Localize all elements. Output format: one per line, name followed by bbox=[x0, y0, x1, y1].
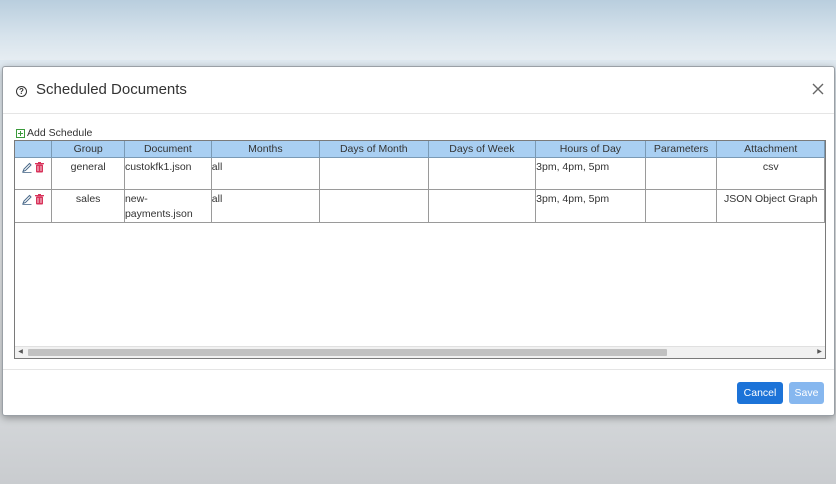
edit-icon[interactable] bbox=[21, 194, 32, 205]
row-actions bbox=[15, 157, 53, 190]
cell-group: sales bbox=[51, 189, 125, 223]
edit-icon[interactable] bbox=[21, 162, 32, 173]
cell-days-of-week bbox=[428, 189, 537, 223]
cell-document: custokfk1.json bbox=[124, 157, 212, 190]
cell-group: general bbox=[51, 157, 125, 190]
cell-parameters bbox=[645, 189, 718, 223]
question-circle-icon[interactable]: ? bbox=[16, 86, 27, 97]
column-header-hours-of-day[interactable]: Hours of Day bbox=[535, 141, 646, 158]
scheduled-documents-dialog: ? Scheduled Documents Add Schedule Group… bbox=[2, 66, 835, 416]
delete-icon[interactable] bbox=[34, 162, 45, 173]
dialog-header: ? Scheduled Documents bbox=[3, 67, 834, 114]
column-header-group[interactable]: Group bbox=[51, 141, 125, 158]
scrollbar-thumb[interactable] bbox=[28, 349, 667, 356]
table-row[interactable]: general custokfk1.json all 3pm, 4pm, 5pm… bbox=[15, 157, 825, 190]
column-header-document[interactable]: Document bbox=[124, 141, 212, 158]
column-header-days-of-week[interactable]: Days of Week bbox=[428, 141, 537, 158]
cell-attachment: csv bbox=[716, 157, 825, 190]
cell-hours-of-day: 3pm, 4pm, 5pm bbox=[535, 157, 646, 190]
horizontal-scrollbar[interactable]: ◀ ▶ bbox=[15, 346, 825, 358]
schedule-grid: Group Document Months Days of Month Days… bbox=[15, 141, 825, 223]
row-actions bbox=[15, 189, 53, 223]
plus-square-icon bbox=[16, 128, 25, 138]
column-header-parameters[interactable]: Parameters bbox=[645, 141, 718, 158]
cell-days-of-week bbox=[428, 157, 537, 190]
page-backdrop bbox=[0, 0, 836, 60]
cell-days-of-month bbox=[319, 189, 429, 223]
scroll-right-icon[interactable]: ▶ bbox=[814, 347, 825, 358]
cell-document: new- payments.json bbox=[124, 189, 212, 223]
table-row[interactable]: sales new- payments.json all 3pm, 4pm, 5… bbox=[15, 189, 825, 223]
cell-days-of-month bbox=[319, 157, 429, 190]
cell-months: all bbox=[211, 189, 321, 223]
cell-months: all bbox=[211, 157, 321, 190]
cell-attachment: JSON Object Graph bbox=[716, 189, 825, 223]
cell-parameters bbox=[645, 157, 718, 190]
table-header-row: Group Document Months Days of Month Days… bbox=[15, 141, 825, 158]
cancel-button[interactable]: Cancel bbox=[737, 382, 783, 404]
column-header-months[interactable]: Months bbox=[211, 141, 321, 158]
schedule-table: Group Document Months Days of Month Days… bbox=[14, 140, 826, 359]
dialog-title: Scheduled Documents bbox=[36, 81, 187, 98]
column-header-attachment[interactable]: Attachment bbox=[716, 141, 825, 158]
add-schedule-button[interactable]: Add Schedule bbox=[16, 127, 92, 139]
delete-icon[interactable] bbox=[34, 194, 45, 205]
close-icon[interactable] bbox=[809, 80, 827, 98]
cell-hours-of-day: 3pm, 4pm, 5pm bbox=[535, 189, 646, 223]
scroll-left-icon[interactable]: ◀ bbox=[15, 347, 26, 358]
save-button[interactable]: Save bbox=[789, 382, 824, 404]
column-header-days-of-month[interactable]: Days of Month bbox=[319, 141, 429, 158]
add-schedule-label: Add Schedule bbox=[27, 127, 93, 139]
dialog-footer: Cancel Save bbox=[3, 369, 834, 416]
column-header-actions bbox=[15, 141, 53, 158]
